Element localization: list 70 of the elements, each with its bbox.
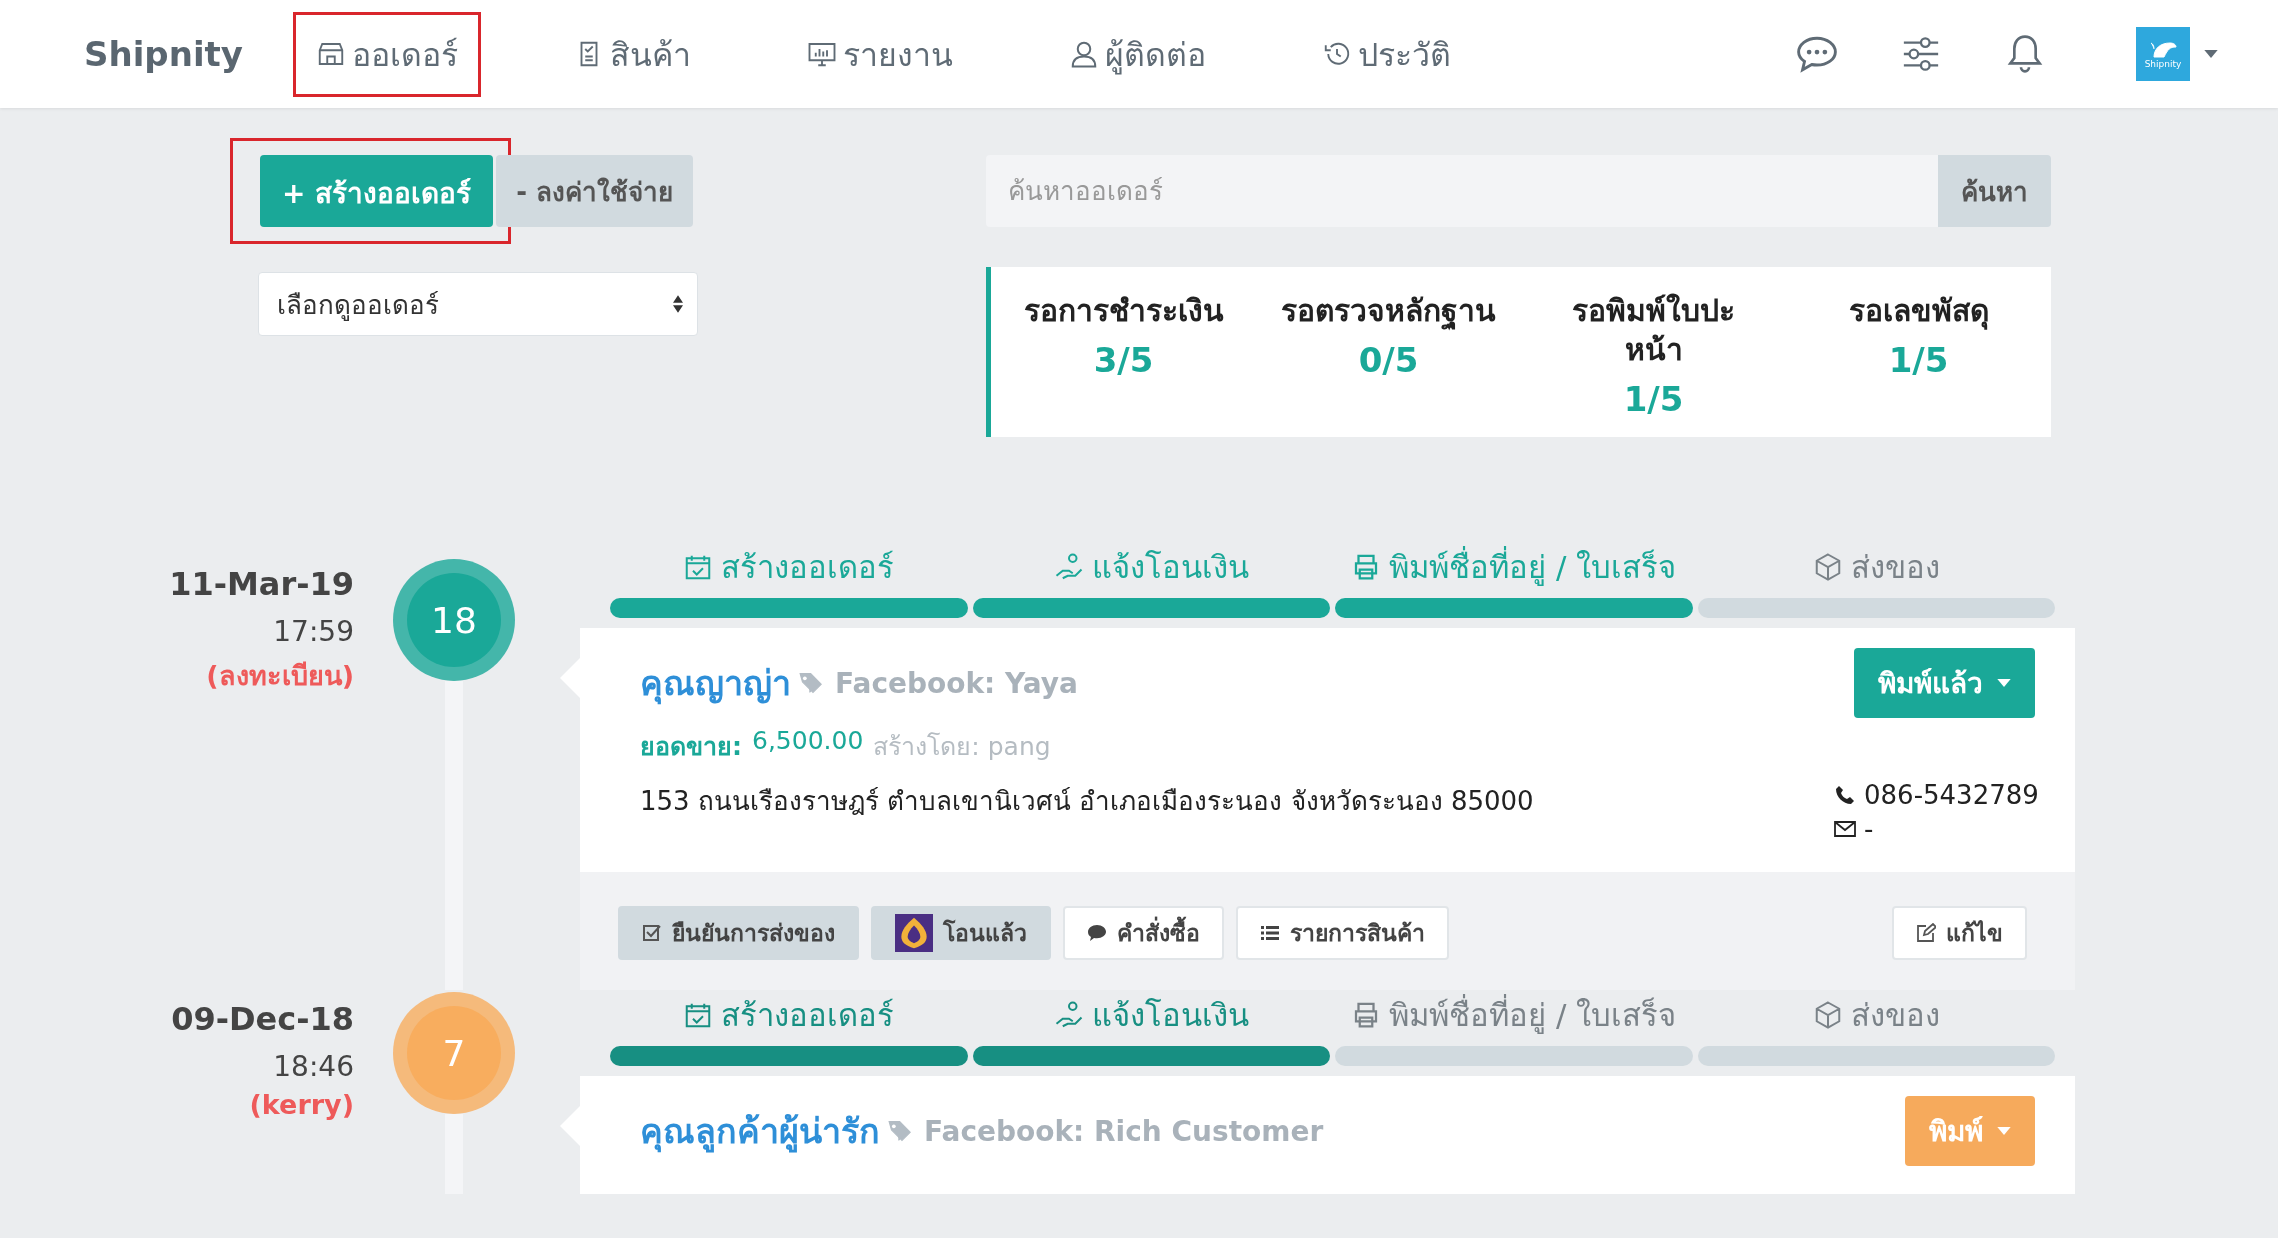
- brand-logo[interactable]: Shipnity: [84, 34, 243, 74]
- list-icon: [1260, 923, 1280, 943]
- step-label: ส่งของ: [1850, 548, 1940, 587]
- nav-label: ออเดอร์: [351, 34, 458, 76]
- step-label: สร้างออเดอร์: [721, 996, 895, 1035]
- stat-label: รอพิมพ์ใบปะหน้า: [1571, 292, 1736, 369]
- step-label: แจ้งโอนเงิน: [1091, 548, 1249, 587]
- phone-icon: [1834, 785, 1856, 805]
- stat-label: รอตรวจหลักฐาน: [1281, 292, 1496, 330]
- nav-link[interactable]: รายงาน: [783, 11, 976, 97]
- stat-label: รอการชำระเงิน: [1023, 292, 1224, 330]
- customer-name[interactable]: คุณลูกค้าผู้น่ารัก: [640, 1104, 880, 1158]
- hand-coin-icon: [1053, 1000, 1084, 1030]
- sales-channel: Facebook: Rich Customer: [924, 1114, 1324, 1148]
- stat-value: 3/5: [1093, 340, 1154, 380]
- order-date: 09-Dec-18: [171, 1000, 354, 1038]
- checkbox-icon: [642, 923, 662, 943]
- step-label: แจ้งโอนเงิน: [1091, 996, 1249, 1035]
- caret-icon: [1997, 679, 2011, 687]
- search-field[interactable]: ค้นหาออเดอร์: [986, 155, 1938, 227]
- search-button[interactable]: ค้นหา: [1938, 155, 2051, 227]
- expense-button[interactable]: - ลงค่าใช้จ่าย: [496, 155, 694, 227]
- stat-value: 0/5: [1358, 340, 1419, 380]
- order-action-button[interactable]: รายการสินค้า: [1236, 906, 1449, 960]
- caret-icon[interactable]: [2204, 50, 2218, 58]
- order-time: 18:46: [273, 1050, 354, 1083]
- order-action-button[interactable]: ยืนยันการส่งของ: [618, 906, 859, 960]
- nav-link[interactable]: ผู้ติดต่อ: [1045, 11, 1229, 97]
- avatar-label: Shipnity: [2144, 59, 2182, 69]
- edit-button[interactable]: แก้ไข: [1892, 906, 2027, 960]
- order-date: 11-Mar-19: [169, 565, 354, 603]
- nav-label: ประวัติ: [1357, 34, 1451, 76]
- step-label: ส่งของ: [1850, 996, 1940, 1035]
- sort-arrows-icon: [673, 295, 683, 313]
- shipping-method: (ลงทะเบียน): [206, 659, 354, 693]
- order-action-button[interactable]: โอนแล้ว: [871, 906, 1051, 960]
- hand-coin-icon: [1053, 552, 1084, 582]
- address: 153 ถนนเรืองราษฎร์ ตำบลเขานิเวศน์ อำเภอเมืองระนอง จังหวัดระนอง 85000: [640, 785, 1534, 818]
- whale-icon: [2148, 39, 2178, 59]
- print-status-button[interactable]: พิมพ์แล้ว: [1854, 648, 2035, 718]
- comment-icon: [1087, 923, 1107, 943]
- order-action-button[interactable]: คำสั่งซื้อ: [1063, 906, 1224, 960]
- order-time: 17:59: [273, 615, 354, 648]
- create-order-button[interactable]: + สร้างออเดอร์: [260, 155, 494, 227]
- chat-icon[interactable]: [1796, 34, 1838, 74]
- stat-value: 1/5: [1623, 379, 1684, 419]
- customer-name[interactable]: คุณญาญ่า: [640, 656, 791, 710]
- created-by: สร้างโดย: pang: [873, 731, 1051, 763]
- bank-logo-icon: [895, 914, 933, 952]
- nav-label: รายงาน: [842, 34, 953, 76]
- caret-icon: [1997, 1127, 2011, 1135]
- step-label: พิมพ์ชื่อที่อยู่ / ใบเสร็จ: [1389, 990, 1677, 1040]
- nav-link[interactable]: สินค้า: [550, 11, 714, 97]
- sales-label: ยอดขาย:: [640, 731, 742, 763]
- step-label: สร้างออเดอร์: [721, 548, 895, 587]
- nav-link[interactable]: ออเดอร์: [292, 11, 481, 97]
- nav-link[interactable]: ประวัติ: [1298, 11, 1474, 97]
- shipping-method: (kerry): [249, 1089, 354, 1120]
- envelope-icon: [1834, 819, 1856, 839]
- sales-amount: 6,500.00: [752, 726, 864, 757]
- sales-channel: Facebook: Yaya: [835, 666, 1078, 700]
- edit-icon: [1916, 923, 1936, 943]
- stat-label: รอเลขพัสดุ: [1848, 292, 1989, 330]
- order-filter-select[interactable]: เลือกดูออเดอร์: [258, 272, 698, 336]
- email: -: [1864, 814, 1874, 844]
- stat-value: 1/5: [1888, 340, 1949, 380]
- phone-number: 086-5432789: [1864, 780, 2039, 810]
- step-label: พิมพ์ชื่อที่อยู่ / ใบเสร็จ: [1389, 542, 1677, 592]
- nav-label: สินค้า: [609, 34, 691, 76]
- nav-label: ผู้ติดต่อ: [1104, 34, 1206, 77]
